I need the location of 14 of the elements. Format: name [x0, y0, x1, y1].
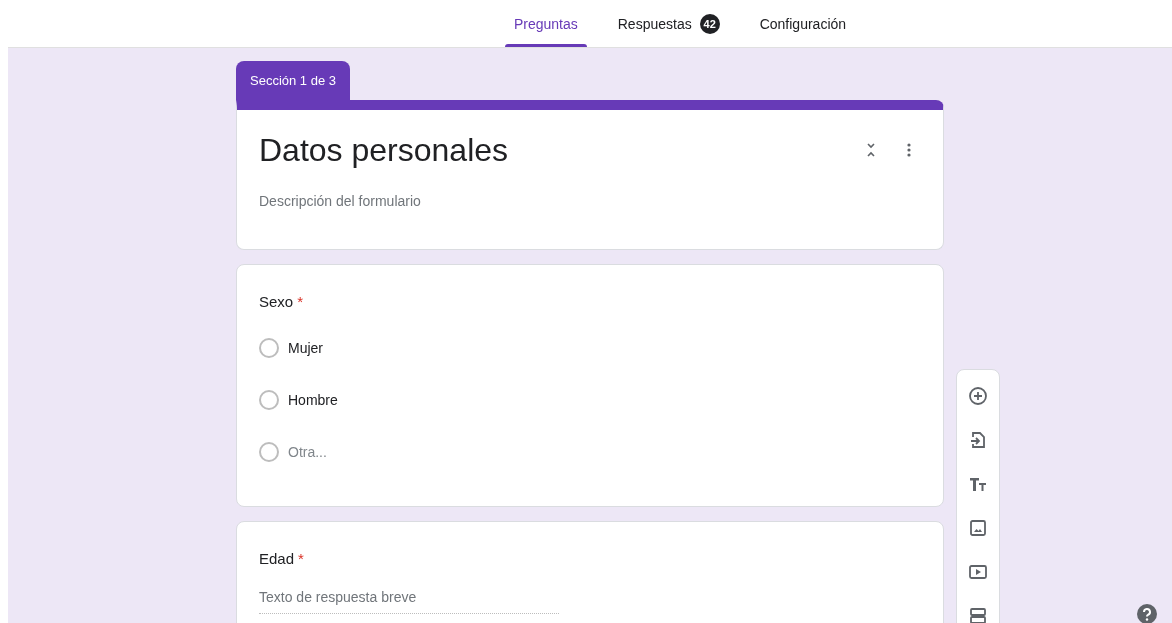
option-label: Hombre [288, 392, 338, 408]
required-asterisk: * [297, 293, 304, 310]
option-label: Mujer [288, 340, 323, 356]
tab[interactable]: Preguntas [513, 15, 578, 32]
form-description[interactable]: Descripción del formulario [259, 193, 921, 209]
required-asterisk: * [298, 550, 304, 567]
tab[interactable]: Configuración [759, 15, 847, 32]
answer-field: Texto de respuesta breve [259, 589, 559, 614]
count-badge: 42 [699, 13, 720, 34]
option-label: Otra... [288, 444, 327, 460]
question-title: Edad [259, 550, 295, 567]
tab[interactable]: Respuestas [617, 15, 692, 32]
question-title: Sexo [259, 293, 294, 310]
form-title[interactable]: Datos personales [259, 132, 509, 169]
